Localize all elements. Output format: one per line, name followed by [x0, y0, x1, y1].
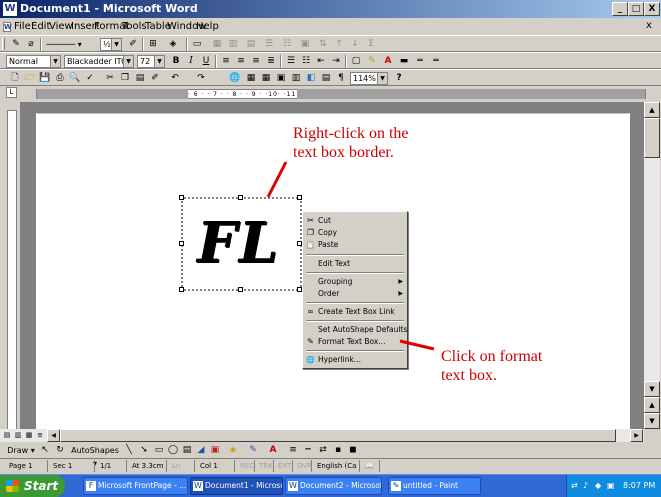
system-tray: ⇄ ♪ ◆ ▣ 8:07 PM	[566, 475, 661, 497]
annotation-arrow-top	[266, 161, 288, 198]
web-view-icon[interactable]: ▥	[13, 429, 23, 441]
rectangle-tool-icon[interactable]: ▭	[152, 444, 166, 457]
status-trk[interactable]: TRK	[256, 460, 274, 472]
annotation-bottom-line2: text box.	[441, 367, 497, 384]
annotation-top-line2: text box border.	[293, 144, 394, 161]
drawing-toolbar: Draw ▾ ↖ ↻ AutoShapes ▾ ╲ ➘ ▭ ◯ ▤ ◢ ▣ ◈ …	[0, 442, 661, 468]
previous-page-button[interactable]: ▲	[644, 397, 660, 413]
outline-view-icon[interactable]: ≡	[35, 429, 45, 441]
status-page: Page 1	[6, 460, 48, 472]
task-frontpage[interactable]: F Microsoft FrontPage - ...	[83, 477, 188, 495]
shadow-icon[interactable]: ▪	[331, 444, 345, 457]
frontpage-icon: F	[86, 481, 96, 491]
arrow-tool-icon[interactable]: ➘	[137, 444, 151, 457]
windows-flag-icon	[6, 480, 19, 492]
speaker-icon[interactable]: ♪	[583, 475, 588, 497]
draw-menu[interactable]: Draw ▾	[6, 444, 36, 457]
scroll-up-button[interactable]: ▲	[644, 102, 660, 118]
task-document2-label: Document2 - Microsof...	[300, 481, 382, 490]
text-box-tool-icon[interactable]: ▤	[180, 444, 194, 457]
spelling-status-icon[interactable]: 📖	[362, 460, 380, 472]
task-frontpage-label: Microsoft FrontPage - ...	[98, 481, 187, 490]
annotation-top: Right-click on the text box border.	[293, 124, 409, 162]
horizontal-scrollbar[interactable]: ▤ ▥ ▦ ≡ ◀ ▶	[0, 429, 644, 442]
start-label: Start	[24, 479, 59, 493]
taskbar: Start F Microsoft FrontPage - ... W Docu…	[0, 474, 661, 497]
print-view-icon[interactable]: ▦	[24, 429, 34, 441]
annotation-bottom-line1: Click on format	[441, 348, 543, 365]
annotation-arrows	[266, 161, 435, 351]
fill-color-icon[interactable]: ◈	[226, 444, 240, 457]
arrow-style-icon[interactable]: ⇄	[316, 444, 330, 457]
status-rec[interactable]: REC	[237, 460, 255, 472]
scroll-thumb[interactable]	[644, 118, 660, 158]
scroll-right-button[interactable]: ▶	[630, 429, 643, 442]
autoshapes-label: AutoShapes	[71, 446, 119, 455]
status-language: English (Ca	[314, 460, 360, 472]
status-section: Sec 1	[50, 460, 95, 472]
clock[interactable]: 8:07 PM	[623, 475, 655, 497]
task-document1[interactable]: W Document1 - Microsof...	[190, 477, 283, 495]
select-objects-icon[interactable]: ↖	[38, 444, 52, 457]
paint-icon: ✎	[391, 481, 401, 491]
annotation-arrow-bottom	[399, 339, 435, 351]
word-icon: W	[193, 481, 203, 491]
word-window: W Document1 - Microsoft Word _ □ X W Fil…	[0, 0, 661, 497]
tray-app-icon[interactable]: ▣	[607, 475, 615, 497]
status-at: At 3.3cm	[129, 460, 167, 472]
draw-label: Draw	[7, 446, 29, 455]
line-style-icon[interactable]: ≡	[286, 444, 300, 457]
start-button[interactable]: Start	[0, 475, 65, 497]
task-paint[interactable]: ✎ untitled - Paint	[388, 477, 481, 495]
status-ext[interactable]: EXT	[275, 460, 293, 472]
status-bar: Page 1 Sec 1 1/1 At 3.3cm Ln Col 1 REC T…	[0, 458, 661, 472]
next-page-button[interactable]: ▼	[644, 413, 660, 429]
horizontal-scroll-thumb[interactable]	[60, 429, 616, 442]
task-document1-label: Document1 - Microsof...	[205, 481, 282, 490]
line-color-icon[interactable]: ✎	[246, 444, 260, 457]
font-color-icon[interactable]: A	[266, 444, 280, 457]
network-icon[interactable]: ⇄	[571, 475, 578, 497]
free-rotate-icon[interactable]: ↻	[53, 444, 67, 457]
word-icon: W	[288, 481, 298, 491]
status-ovr[interactable]: OVR	[294, 460, 312, 472]
status-col: Col 1	[197, 460, 235, 472]
status-ln: Ln	[169, 460, 195, 472]
wordart-icon[interactable]: ◢	[194, 444, 208, 457]
shield-icon[interactable]: ◆	[595, 475, 601, 497]
line-tool-icon[interactable]: ╲	[122, 444, 136, 457]
task-document2[interactable]: W Document2 - Microsof...	[285, 477, 382, 495]
annotation-top-line1: Right-click on the	[293, 125, 409, 142]
dash-style-icon[interactable]: ┅	[301, 444, 315, 457]
oval-tool-icon[interactable]: ◯	[166, 444, 180, 457]
task-paint-label: untitled - Paint	[403, 481, 458, 490]
normal-view-icon[interactable]: ▤	[2, 429, 12, 441]
clipart-icon[interactable]: ▣	[208, 444, 222, 457]
status-pages: 1/1	[97, 460, 127, 472]
annotation-bottom: Click on format text box.	[441, 347, 542, 385]
scroll-left-button[interactable]: ◀	[47, 429, 60, 442]
vertical-scrollbar[interactable]: ▲ ▼ ▲ ▼	[644, 102, 660, 429]
autoshapes-menu[interactable]: AutoShapes ▾	[71, 444, 119, 468]
scroll-down-button[interactable]: ▼	[644, 381, 660, 397]
3d-icon[interactable]: ◼	[346, 444, 360, 457]
